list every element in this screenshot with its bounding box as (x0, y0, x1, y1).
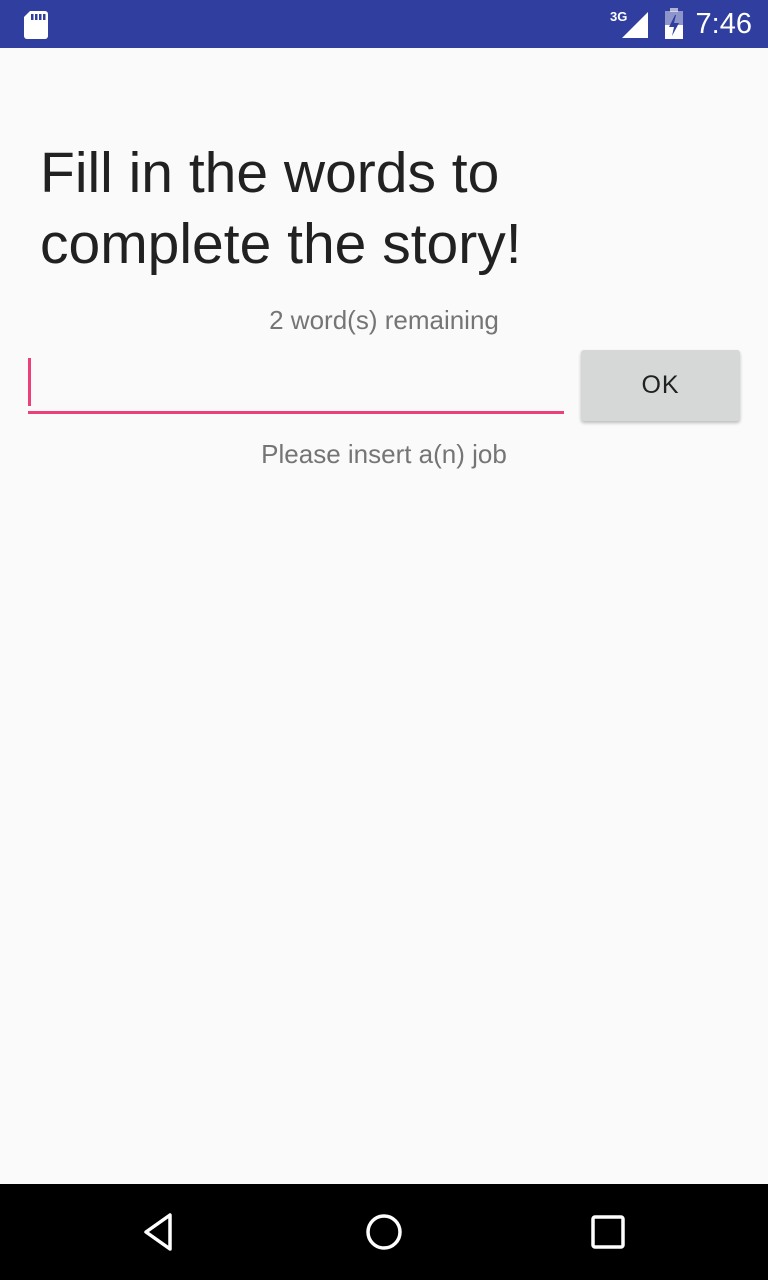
recents-icon[interactable] (584, 1208, 632, 1256)
word-hint-text: Please insert a(n) job (261, 439, 507, 469)
back-icon[interactable] (136, 1208, 184, 1256)
ok-button[interactable]: OK (581, 350, 740, 421)
word-input[interactable] (28, 356, 564, 414)
sd-card-icon (24, 11, 48, 39)
signal-3g-icon: 3G (610, 9, 648, 38)
text-cursor (28, 358, 31, 406)
words-remaining-text: 2 word(s) remaining (269, 305, 499, 335)
page-title: Fill in the words to complete the story! (40, 141, 522, 276)
status-bar: 3G 7:46 (0, 0, 768, 48)
status-clock: 7:46 (695, 8, 752, 40)
battery-charging-icon (665, 8, 683, 39)
home-icon[interactable] (360, 1208, 408, 1256)
network-type-label: 3G (610, 9, 627, 24)
navigation-bar (0, 1184, 768, 1280)
